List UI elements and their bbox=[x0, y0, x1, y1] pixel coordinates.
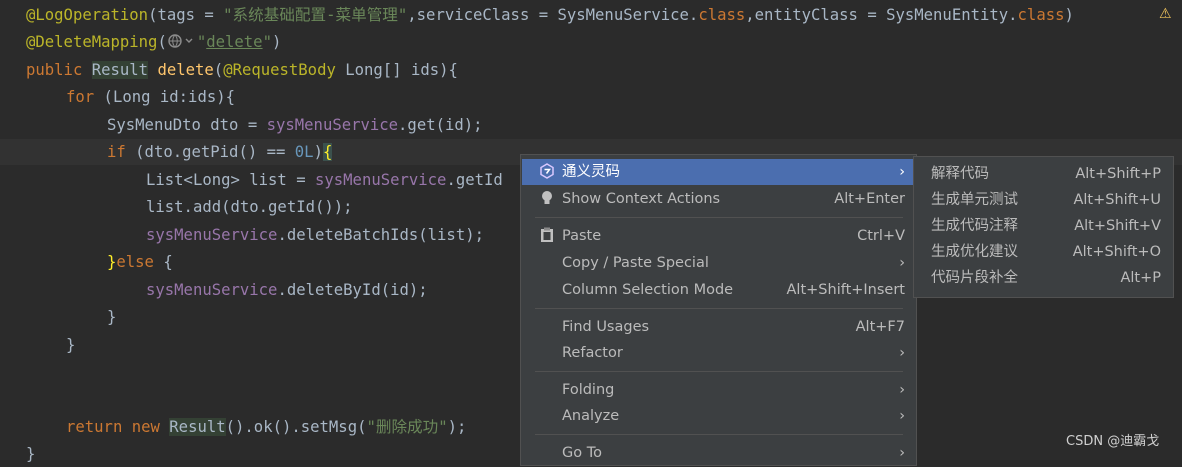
menu-item-folding[interactable]: Folding › bbox=[522, 377, 915, 403]
menu-item-paste[interactable]: Paste Ctrl+V bbox=[522, 223, 915, 249]
menu-item-refactor[interactable]: Refactor › bbox=[522, 340, 915, 366]
code-line-12[interactable]: } bbox=[107, 304, 116, 330]
code-line-9[interactable]: sysMenuService.deleteBatchIds(list); bbox=[146, 222, 484, 248]
menu-item-analyze[interactable]: Analyze › bbox=[522, 403, 915, 429]
web-endpoint-icon[interactable] bbox=[167, 29, 197, 55]
code-line-10[interactable]: }else { bbox=[107, 249, 173, 275]
menu-item-show-context-actions[interactable]: Show Context Actions Alt+Enter bbox=[522, 186, 915, 212]
code-line-5[interactable]: SysMenuDto dto = sysMenuService.get(id); bbox=[107, 112, 483, 138]
menu-separator bbox=[535, 308, 903, 309]
menu-item-find-usages[interactable]: Find Usages Alt+F7 bbox=[522, 314, 915, 340]
code-line-7[interactable]: List<Long> list = sysMenuService.getId bbox=[146, 167, 503, 193]
chevron-right-icon: › bbox=[899, 345, 905, 361]
submenu-item-generate-unit-test[interactable]: 生成单元测试 Alt+Shift+U bbox=[914, 187, 1173, 213]
tongyi-lingma-icon bbox=[538, 159, 556, 185]
code-line-1[interactable]: @LogOperation(tags = "系统基础配置-菜单管理",servi… bbox=[26, 2, 1074, 28]
warning-icon[interactable]: ⚠ bbox=[1159, 6, 1172, 22]
menu-item-copy-paste-special[interactable]: Copy / Paste Special › bbox=[522, 250, 915, 276]
clipboard-icon bbox=[538, 223, 556, 249]
lightbulb-icon bbox=[538, 186, 556, 212]
matched-brace: { bbox=[322, 143, 333, 161]
code-line-4[interactable]: for (Long id:ids){ bbox=[66, 84, 235, 110]
code-line-16[interactable]: return new Result().ok().setMsg("删除成功"); bbox=[66, 414, 466, 440]
chevron-right-icon: › bbox=[899, 408, 905, 424]
submenu-item-generate-comments[interactable]: 生成代码注释 Alt+Shift+V bbox=[914, 213, 1173, 239]
context-menu: 通义灵码 › Show Context Actions Alt+Enter Pa… bbox=[520, 154, 917, 466]
submenu-item-explain-code[interactable]: 解释代码 Alt+Shift+P bbox=[914, 161, 1173, 187]
chevron-right-icon: › bbox=[899, 255, 905, 271]
code-line-3[interactable]: public Result delete(@RequestBody Long[]… bbox=[26, 57, 458, 83]
chevron-right-icon: › bbox=[899, 382, 905, 398]
menu-separator bbox=[535, 217, 903, 218]
code-line-17[interactable]: } bbox=[26, 441, 35, 467]
submenu-item-snippet-completion[interactable]: 代码片段补全 Alt+P bbox=[914, 265, 1173, 291]
code-line-6[interactable]: if (dto.getPid() == 0L){ bbox=[107, 139, 333, 165]
menu-item-go-to[interactable]: Go To › bbox=[522, 440, 915, 466]
chevron-right-icon: › bbox=[899, 445, 905, 461]
code-line-2[interactable]: @DeleteMapping("delete") bbox=[26, 29, 281, 55]
menu-item-tongyi-lingma[interactable]: 通义灵码 › bbox=[522, 159, 915, 185]
matched-brace: } bbox=[107, 253, 117, 271]
watermark: CSDN @迪霸戈 bbox=[1066, 434, 1160, 449]
menu-separator bbox=[535, 371, 903, 372]
code-line-8[interactable]: list.add(dto.getId()); bbox=[146, 194, 353, 220]
symbol-usage-highlight: Result bbox=[169, 418, 226, 436]
annotation: @LogOperation bbox=[26, 6, 149, 24]
menu-item-column-selection-mode[interactable]: Column Selection Mode Alt+Shift+Insert bbox=[522, 277, 915, 303]
code-line-13[interactable]: } bbox=[66, 332, 75, 358]
submenu-item-optimization-suggestions[interactable]: 生成优化建议 Alt+Shift+O bbox=[914, 239, 1173, 265]
menu-separator bbox=[535, 434, 903, 435]
tongyi-lingma-submenu: 解释代码 Alt+Shift+P 生成单元测试 Alt+Shift+U 生成代码… bbox=[913, 156, 1174, 298]
symbol-usage-highlight: Result bbox=[91, 61, 149, 79]
code-line-11[interactable]: sysMenuService.deleteById(id); bbox=[146, 277, 428, 303]
chevron-right-icon: › bbox=[899, 164, 905, 180]
